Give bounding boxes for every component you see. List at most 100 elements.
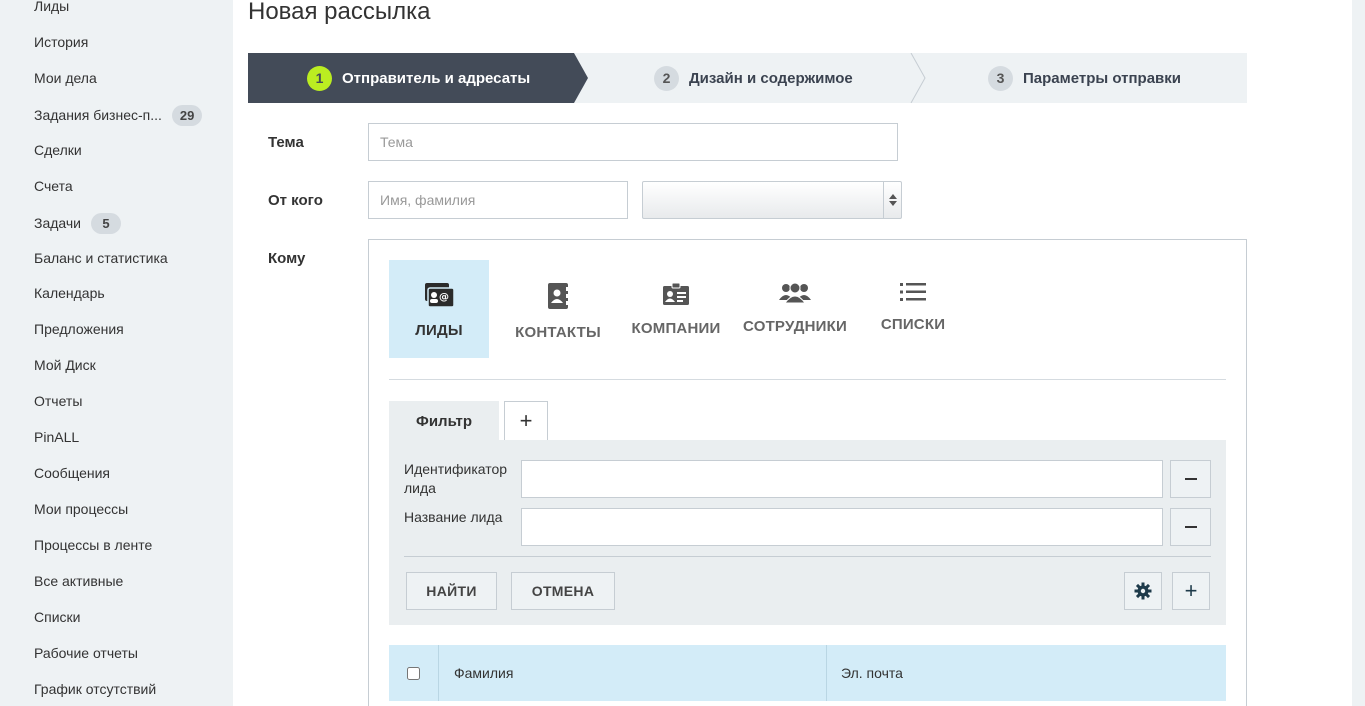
sidebar-item-messages[interactable]: Сообщения: [34, 462, 110, 484]
from-name-input[interactable]: [368, 181, 628, 219]
step-label: Дизайн и содержимое: [689, 69, 853, 87]
tab-label: КОНТАКТЫ: [515, 324, 601, 341]
tab-employees[interactable]: СОТРУДНИКИ: [740, 260, 850, 358]
sidebar-item-feed-processes[interactable]: Процессы в ленте: [34, 534, 152, 556]
step-design-content[interactable]: 2 Дизайн и содержимое: [654, 53, 853, 103]
sidebar-item-label: Задания бизнес-п...: [34, 107, 162, 123]
sidebar-item-quotes[interactable]: Предложения: [34, 318, 124, 340]
sidebar-item-invoices[interactable]: Счета: [34, 175, 73, 197]
step-send-params[interactable]: 3 Параметры отправки: [988, 53, 1181, 103]
step-number: 2: [654, 65, 679, 91]
tab-label: СОТРУДНИКИ: [743, 318, 847, 335]
subject-input[interactable]: [368, 123, 898, 161]
right-gutter: [1352, 0, 1365, 706]
sidebar-item-all-active[interactable]: Все активные: [34, 570, 123, 592]
table-header: Фамилия Эл. почта: [389, 645, 1226, 701]
recipients-panel: @ ЛИДЫ КОНТАКТЫ КОМПАНИИ СОТРУДНИКИ СПИС…: [368, 239, 1247, 706]
select-arrows-icon: [883, 182, 901, 218]
list-icon: [900, 283, 926, 301]
minus-icon: [1184, 526, 1197, 528]
from-email-select[interactable]: [642, 181, 902, 219]
step-number: 1: [307, 65, 332, 91]
sidebar-item-label: PinALL: [34, 429, 80, 445]
filter-settings-button[interactable]: [1124, 572, 1162, 610]
step-sender-recipients[interactable]: 1 Отправитель и адресаты: [307, 53, 530, 103]
to-label: Кому: [268, 250, 306, 267]
sidebar-item-label: Счета: [34, 178, 73, 194]
sidebar-item-label: Сообщения: [34, 465, 110, 481]
company-card-icon: [663, 282, 689, 305]
sidebar-item-label: Лиды: [34, 0, 70, 14]
sidebar-item-label: Баланс и статистика: [34, 250, 168, 266]
sidebar-item-tasks[interactable]: Задачи 5: [34, 212, 122, 234]
tabs-divider: [389, 379, 1226, 380]
employees-icon: [779, 282, 811, 304]
step-label: Отправитель и адресаты: [342, 69, 531, 87]
find-button[interactable]: НАЙТИ: [406, 572, 497, 610]
sidebar-item-history[interactable]: История: [34, 31, 88, 53]
sidebar-item-pinall[interactable]: PinALL: [34, 426, 79, 448]
main-panel: Новая рассылка 1 Отправитель и адресаты …: [233, 0, 1352, 706]
sidebar-item-label: Сделки: [34, 142, 82, 158]
address-book-icon: [548, 283, 569, 309]
filter-field-label: Идентификатор лида: [404, 461, 508, 496]
page-title: Новая рассылка: [248, 0, 431, 25]
wizard-stepper: 1 Отправитель и адресаты 2 Дизайн и соде…: [248, 53, 1247, 103]
sidebar-item-absence-chart[interactable]: График отсутствий: [34, 678, 156, 700]
step-separator: [910, 53, 926, 103]
filter-divider: [404, 556, 1211, 557]
sidebar-item-bp-tasks[interactable]: Задания бизнес-п... 29: [34, 104, 203, 126]
subject-label: Тема: [268, 134, 304, 151]
svg-text:@: @: [439, 292, 449, 303]
sidebar-item-label: Отчеты: [34, 393, 83, 409]
tab-filter[interactable]: Фильтр: [389, 401, 499, 441]
select-all-checkbox[interactable]: [407, 666, 420, 680]
step-label: Параметры отправки: [1023, 69, 1182, 87]
tab-companies[interactable]: КОМПАНИИ: [626, 260, 726, 358]
sidebar-item-leads[interactable]: Лиды: [34, 0, 69, 17]
sidebar-item-label: Процессы в ленте: [34, 537, 153, 553]
sidebar-item-my-drive[interactable]: Мой Диск: [34, 354, 96, 376]
sidebar-item-calendar[interactable]: Календарь: [34, 282, 105, 304]
sidebar-item-work-reports[interactable]: Рабочие отчеты: [34, 642, 138, 664]
filter-panel: Идентификатор лида Название лида НАЙТИ О…: [389, 440, 1226, 625]
sidebar-item-label: Предложения: [34, 321, 124, 337]
add-field-button[interactable]: +: [1172, 572, 1210, 610]
remove-field-button[interactable]: [1170, 460, 1211, 498]
sidebar-item-label: График отсутствий: [34, 681, 157, 697]
from-label: От кого: [268, 192, 323, 209]
filter-field-label: Название лида: [404, 509, 503, 525]
sidebar-item-label: Мои процессы: [34, 501, 129, 517]
lead-name-input[interactable]: [521, 508, 1163, 546]
sidebar-item-label: Списки: [34, 609, 81, 625]
add-filter-button[interactable]: +: [504, 401, 548, 441]
sidebar-item-label: Календарь: [34, 285, 105, 301]
sidebar-item-reports[interactable]: Отчеты: [34, 390, 82, 412]
sidebar-item-my-activities[interactable]: Мои дела: [34, 67, 97, 89]
counter-badge: 5: [91, 212, 122, 234]
cancel-button[interactable]: ОТМЕНА: [511, 572, 615, 610]
column-header-email[interactable]: Эл. почта: [841, 645, 903, 701]
minus-icon: [1184, 478, 1197, 480]
sidebar-item-label: Мой Диск: [34, 357, 96, 373]
sidebar-item-balance[interactable]: Баланс и статистика: [34, 247, 168, 269]
tab-label: КОМПАНИИ: [631, 320, 721, 337]
column-header-lastname[interactable]: Фамилия: [454, 645, 513, 701]
tab-leads[interactable]: @ ЛИДЫ: [389, 260, 489, 358]
sidebar-item-lists[interactable]: Списки: [34, 606, 80, 628]
gear-icon: [1134, 582, 1152, 600]
sidebar-item-label: Все активные: [34, 573, 124, 589]
counter-badge: 29: [171, 104, 203, 126]
tab-lists[interactable]: СПИСКИ: [863, 260, 963, 358]
sidebar-item-label: Рабочие отчеты: [34, 645, 138, 661]
lead-id-input[interactable]: [521, 460, 1163, 498]
sidebar-item-my-processes[interactable]: Мои процессы: [34, 498, 128, 520]
remove-field-button[interactable]: [1170, 508, 1211, 546]
column-divider: [826, 645, 827, 701]
sidebar-item-label: История: [34, 34, 89, 50]
tab-contacts[interactable]: КОНТАКТЫ: [508, 260, 608, 358]
sidebar: Лиды История Мои дела Задания бизнес-п..…: [0, 0, 233, 706]
sidebar-item-deals[interactable]: Сделки: [34, 139, 82, 161]
step-number: 3: [988, 65, 1013, 91]
sidebar-item-label: Мои дела: [34, 70, 97, 86]
